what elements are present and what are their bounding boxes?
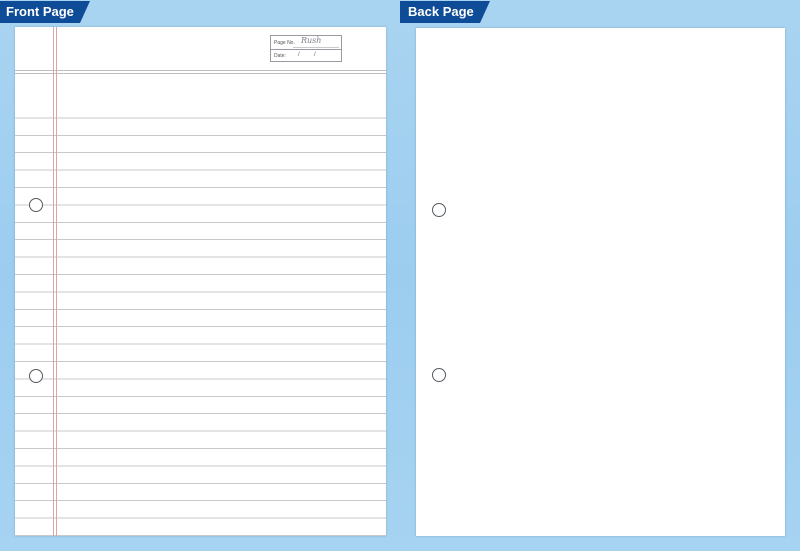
- tab-back-page-label: Back Page: [408, 4, 474, 19]
- tab-front-page-label: Front Page: [6, 4, 74, 19]
- punch-hole-top: [29, 198, 43, 212]
- header-rule-top: [15, 70, 386, 71]
- front-page-sheet: Rush Page No. Date: / /: [15, 27, 386, 536]
- margin-line-left: [53, 27, 54, 536]
- tab-back-page[interactable]: Back Page: [400, 1, 490, 23]
- page-no-date-box: Rush Page No. Date: / /: [270, 35, 342, 62]
- date-separator-2: /: [314, 52, 316, 58]
- brand-logo: Rush: [301, 36, 322, 45]
- tab-front-page[interactable]: Front Page: [0, 1, 90, 23]
- page-no-underline: [293, 47, 339, 48]
- page-no-label: Page No.: [274, 40, 295, 46]
- header-rule-bottom: [15, 73, 386, 74]
- date-label: Date:: [274, 53, 286, 59]
- punch-hole-bottom: [29, 369, 43, 383]
- front-page-header: Rush Page No. Date: / /: [15, 27, 386, 70]
- box-divider: [271, 49, 341, 50]
- margin-line-right: [56, 27, 57, 536]
- punch-hole-bottom: [432, 368, 446, 382]
- back-page-sheet: [416, 28, 785, 536]
- punch-hole-top: [432, 203, 446, 217]
- date-separator-1: /: [298, 52, 300, 58]
